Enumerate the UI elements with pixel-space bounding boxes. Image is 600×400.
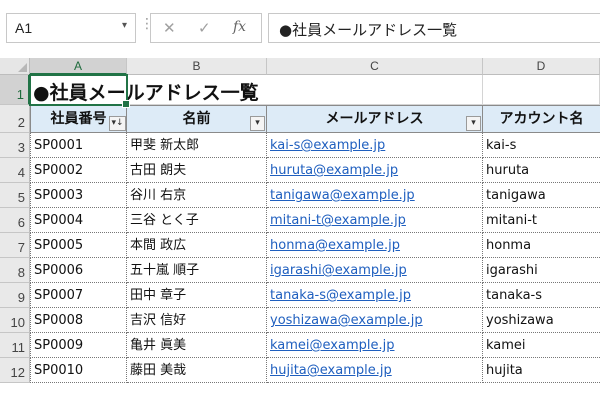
cell-name[interactable]: 甲斐 新太郎 (127, 133, 267, 158)
cell-name[interactable]: 三谷 とく子 (127, 208, 267, 233)
cell-id[interactable]: SP0009 (30, 333, 127, 358)
row-header-2[interactable]: 2 (0, 105, 30, 133)
cell-email[interactable]: igarashi@example.jp (267, 258, 483, 283)
cell-id[interactable]: SP0004 (30, 208, 127, 233)
cell-account[interactable]: honma (483, 233, 600, 258)
select-all-corner[interactable] (0, 58, 30, 75)
cell-name[interactable]: 吉沢 信好 (127, 308, 267, 333)
row-header-4[interactable]: 4 (0, 158, 30, 183)
cell-email[interactable]: tanaka-s@example.jp (267, 283, 483, 308)
chevron-down-icon[interactable]: ▾ (122, 20, 127, 31)
cell-id[interactable]: SP0005 (30, 233, 127, 258)
row-header-8[interactable]: 8 (0, 258, 30, 283)
header-cell-email[interactable]: メールアドレス (267, 105, 483, 133)
column-header-d[interactable]: D (483, 58, 600, 75)
header-label: アカウント名 (499, 111, 584, 127)
column-header-b[interactable]: B (127, 58, 267, 75)
row-header-10[interactable]: 10 (0, 308, 30, 333)
header-cell-account[interactable]: アカウント名 (483, 105, 600, 133)
column-header-a[interactable]: A (30, 58, 127, 75)
cell-name[interactable]: 亀井 眞美 (127, 333, 267, 358)
cell-email[interactable]: huruta@example.jp (267, 158, 483, 183)
cell-name[interactable]: 本間 政広 (127, 233, 267, 258)
formula-buttons: ✕ ✓ fx (150, 13, 262, 43)
row-header-3[interactable]: 3 (0, 133, 30, 158)
filter-sort-icon[interactable]: ▾↓ (109, 116, 126, 131)
cell-account[interactable]: tanaka-s (483, 283, 600, 308)
cell-name[interactable]: 古田 朗夫 (127, 158, 267, 183)
cell-account[interactable]: igarashi (483, 258, 600, 283)
cell-id[interactable]: SP0003 (30, 183, 127, 208)
filter-dropdown-icon[interactable]: ▾ (250, 116, 265, 131)
sheet-title: ●社員メールアドレス一覧 (33, 82, 259, 104)
header-label: 名前 (182, 111, 211, 127)
formula-input[interactable]: ●社員メールアドレス一覧 (268, 13, 600, 43)
cell-d1[interactable] (483, 75, 600, 105)
row-header-12[interactable]: 12 (0, 358, 30, 383)
header-label: メールアドレス (325, 111, 424, 127)
insert-function-icon[interactable]: fx (233, 19, 246, 35)
cell-name[interactable]: 五十嵐 順子 (127, 258, 267, 283)
cell-account[interactable]: tanigawa (483, 183, 600, 208)
cell-account[interactable]: hujita (483, 358, 600, 383)
cell-id[interactable]: SP0010 (30, 358, 127, 383)
cell-email[interactable]: hujita@example.jp (267, 358, 483, 383)
cell-name[interactable]: 谷川 右京 (127, 183, 267, 208)
formula-bar: A1 ▾ ⋮ ✕ ✓ fx ●社員メールアドレス一覧 (0, 0, 600, 58)
formula-input-value: ●社員メールアドレス一覧 (279, 21, 458, 39)
spreadsheet-grid[interactable]: A B C D 1 2 3 4 5 6 7 8 9 10 11 12 ●社員メー… (0, 58, 600, 400)
cell-id[interactable]: SP0006 (30, 258, 127, 283)
row-header-9[interactable]: 9 (0, 283, 30, 308)
cell-id[interactable]: SP0001 (30, 133, 127, 158)
name-box-value: A1 (15, 20, 33, 36)
cell-account[interactable]: huruta (483, 158, 600, 183)
enter-icon[interactable]: ✓ (198, 19, 211, 37)
filter-dropdown-icon[interactable]: ▾ (466, 116, 481, 131)
cell-name[interactable]: 田中 章子 (127, 283, 267, 308)
column-header-c[interactable]: C (267, 58, 483, 75)
cell-name[interactable]: 藤田 美哉 (127, 358, 267, 383)
cell-account[interactable]: yoshizawa (483, 308, 600, 333)
cell-email[interactable]: honma@example.jp (267, 233, 483, 258)
cell-email[interactable]: kamei@example.jp (267, 333, 483, 358)
header-cell-name[interactable]: 名前 (127, 105, 267, 133)
cell-email[interactable]: tanigawa@example.jp (267, 183, 483, 208)
cell-c1[interactable] (267, 75, 483, 105)
row-header-7[interactable]: 7 (0, 233, 30, 258)
row-header-1[interactable]: 1 (0, 75, 30, 105)
cell-account[interactable]: mitani-t (483, 208, 600, 233)
cell-id[interactable]: SP0002 (30, 158, 127, 183)
name-box[interactable]: A1 ▾ (6, 13, 136, 43)
row-header-6[interactable]: 6 (0, 208, 30, 233)
header-label: 社員番号 (50, 111, 107, 127)
cancel-icon[interactable]: ✕ (163, 19, 176, 37)
cell-id[interactable]: SP0008 (30, 308, 127, 333)
row-header-5[interactable]: 5 (0, 183, 30, 208)
cell-account[interactable]: kai-s (483, 133, 600, 158)
cell-email[interactable]: yoshizawa@example.jp (267, 308, 483, 333)
cell-email[interactable]: mitani-t@example.jp (267, 208, 483, 233)
cell-email[interactable]: kai-s@example.jp (267, 133, 483, 158)
cell-account[interactable]: kamei (483, 333, 600, 358)
row-header-11[interactable]: 11 (0, 333, 30, 358)
cell-id[interactable]: SP0007 (30, 283, 127, 308)
